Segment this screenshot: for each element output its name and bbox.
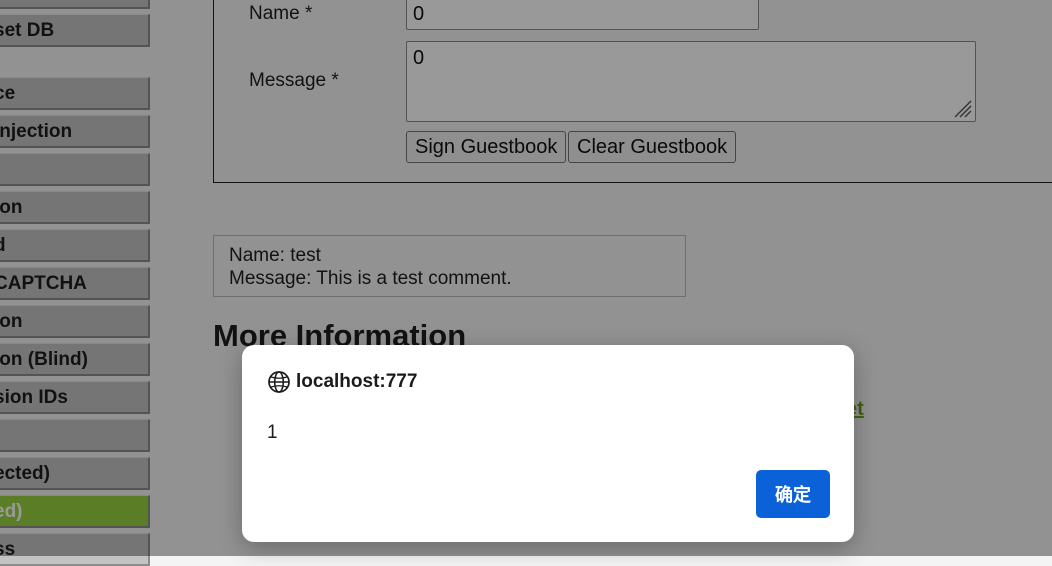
ok-button[interactable]: 确定 <box>756 470 830 518</box>
dialog-origin: localhost:777 <box>296 371 418 392</box>
alert-dialog: localhost:777 1 确定 <box>242 345 854 542</box>
globe-icon <box>268 371 290 393</box>
dialog-message: 1 <box>267 422 278 443</box>
